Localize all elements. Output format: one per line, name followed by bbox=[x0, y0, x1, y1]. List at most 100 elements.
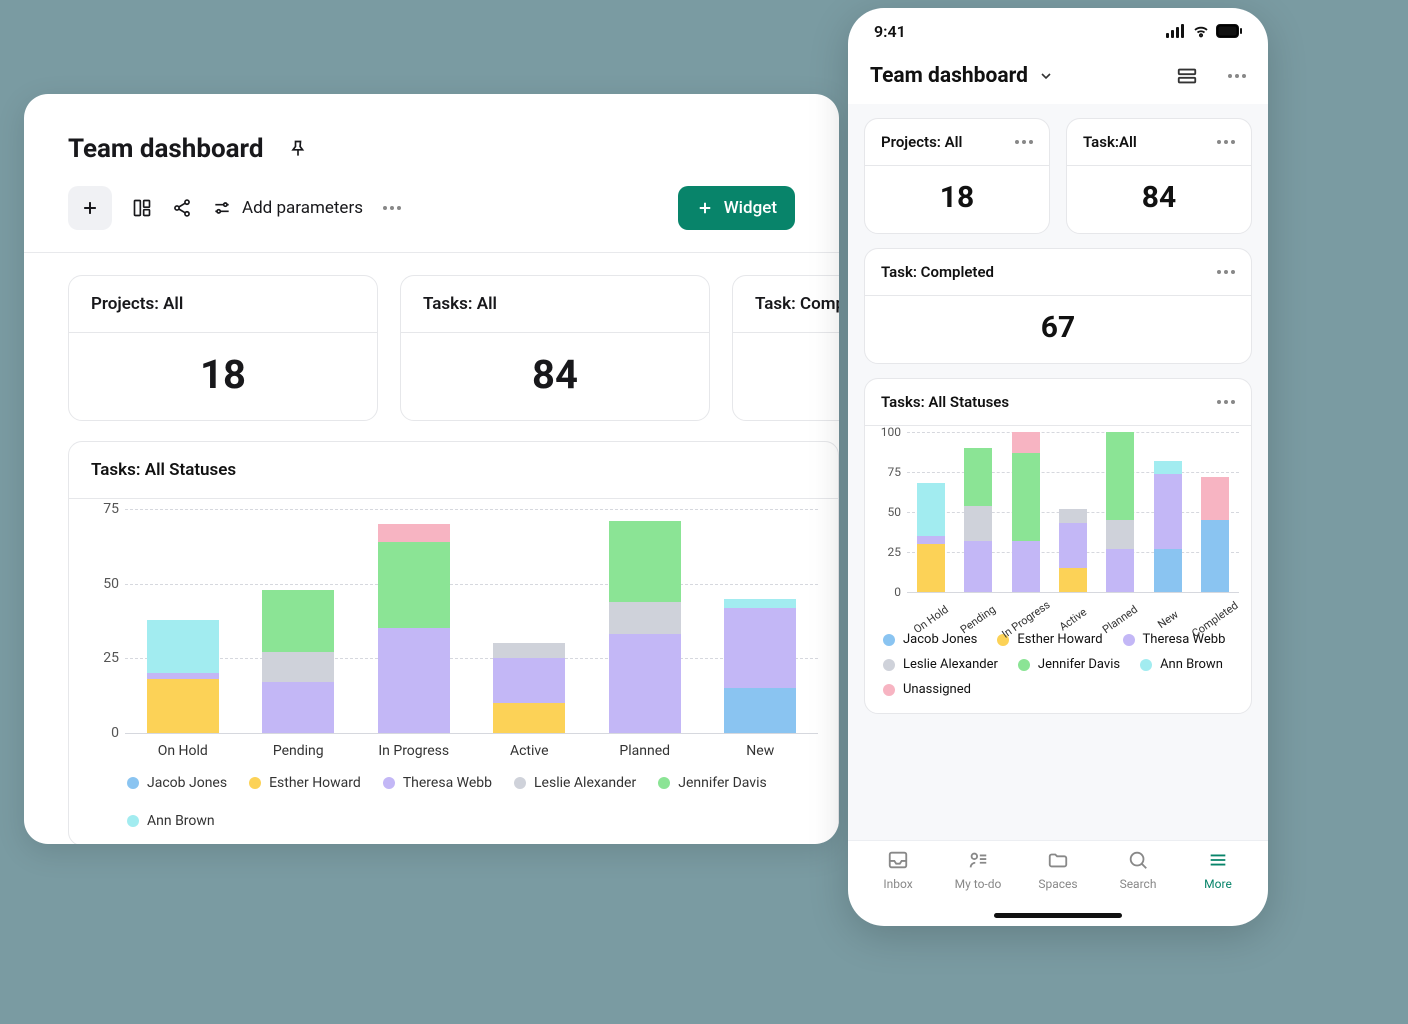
mobile-stat-row: Projects: All 18 Task:All 84 bbox=[864, 118, 1252, 248]
signal-icon bbox=[1166, 24, 1186, 38]
stat-card-value: 67 bbox=[733, 333, 839, 420]
stat-card-head: Task: Completed bbox=[865, 249, 1251, 296]
add-parameters-button[interactable]: Add parameters bbox=[212, 186, 363, 230]
stat-card-value: 67 bbox=[865, 296, 1251, 363]
legend-label: Jennifer Davis bbox=[678, 775, 766, 791]
status-icons bbox=[1166, 24, 1242, 38]
nav-label: My to-do bbox=[955, 877, 1002, 891]
chart-plot-area: 0255075On HoldPendingIn ProgressActivePl… bbox=[125, 509, 818, 733]
stat-card-title: Task: Completed bbox=[881, 263, 994, 281]
legend-label: Esther Howard bbox=[269, 775, 361, 791]
more-icon bbox=[1207, 849, 1229, 871]
legend-label: Leslie Alexander bbox=[534, 775, 636, 791]
stat-card-title: Tasks: All bbox=[401, 276, 709, 333]
layout-button[interactable] bbox=[132, 186, 152, 230]
card-menu-icon[interactable] bbox=[1015, 140, 1033, 144]
stat-card-value: 84 bbox=[1067, 166, 1251, 233]
legend-item[interactable]: Leslie Alexander bbox=[514, 775, 636, 791]
stat-card-tasks-all[interactable]: Task:All 84 bbox=[1066, 118, 1252, 234]
legend-color-dot bbox=[127, 815, 139, 827]
stat-card-task-completed[interactable]: Task: Completed 67 bbox=[732, 275, 839, 421]
legend-item[interactable]: Ann Brown bbox=[127, 813, 215, 829]
desktop-stat-cards: Projects: All 18 Tasks: All 84 Task: Com… bbox=[24, 253, 839, 421]
stat-card-title: Projects: All bbox=[69, 276, 377, 333]
chart-body: 0255075100On HoldPendingIn ProgressActiv… bbox=[865, 426, 1251, 632]
inbox-icon bbox=[887, 849, 909, 871]
legend-item[interactable]: Jacob Jones bbox=[127, 775, 227, 791]
pin-icon bbox=[288, 139, 308, 159]
nav-label: Spaces bbox=[1038, 877, 1077, 891]
battery-icon bbox=[1216, 24, 1242, 38]
nav-label: Inbox bbox=[883, 877, 912, 891]
stat-card-value: 18 bbox=[69, 333, 377, 420]
home-indicator bbox=[994, 913, 1122, 918]
chart-title-row: Tasks: All Statuses bbox=[865, 379, 1251, 426]
legend-item[interactable]: Theresa Webb bbox=[383, 775, 492, 791]
chart-body: 0255075On HoldPendingIn ProgressActivePl… bbox=[69, 499, 838, 769]
legend-color-dot bbox=[383, 777, 395, 789]
legend-color-dot bbox=[127, 777, 139, 789]
share-button[interactable] bbox=[172, 186, 192, 230]
desktop-window: Team dashboard Add parameters Widget Pro… bbox=[24, 94, 839, 844]
mobile-stat-row-2: Task: Completed 67 bbox=[864, 248, 1252, 364]
card-menu-icon[interactable] bbox=[1217, 270, 1235, 274]
legend-color-dot bbox=[514, 777, 526, 789]
stat-card-value: 84 bbox=[401, 333, 709, 420]
pin-button[interactable] bbox=[279, 130, 317, 168]
nav-label: More bbox=[1204, 877, 1232, 891]
mobile-titlebar: Team dashboard bbox=[848, 54, 1268, 104]
mobile-chart-card: Tasks: All Statuses 0255075100On HoldPen… bbox=[864, 378, 1252, 714]
legend-color-dot bbox=[883, 659, 895, 671]
desktop-header: Team dashboard bbox=[24, 130, 839, 186]
status-time: 9:41 bbox=[874, 22, 906, 41]
widget-button[interactable]: Widget bbox=[678, 186, 795, 230]
list-view-icon[interactable] bbox=[1176, 65, 1198, 87]
widget-label: Widget bbox=[724, 198, 777, 218]
wifi-icon bbox=[1192, 24, 1210, 38]
chart-title: Tasks: All Statuses bbox=[69, 442, 838, 499]
stat-card-title: Projects: All bbox=[881, 133, 962, 151]
stat-card-projects-all[interactable]: Projects: All 18 bbox=[864, 118, 1050, 234]
mobile-status-bar: 9:41 bbox=[848, 8, 1268, 54]
desktop-chart-card: Tasks: All Statuses 0255075On HoldPendin… bbox=[68, 441, 839, 844]
spaces-icon bbox=[1047, 849, 1069, 871]
chevron-down-icon[interactable] bbox=[1038, 68, 1054, 84]
plus-icon bbox=[696, 199, 714, 217]
chart-title: Tasks: All Statuses bbox=[881, 393, 1009, 411]
stat-card-task-completed[interactable]: Task: Completed 67 bbox=[864, 248, 1252, 364]
ellipsis-icon bbox=[383, 206, 401, 210]
stat-card-tasks-all[interactable]: Tasks: All 84 bbox=[400, 275, 710, 421]
nav-item-more[interactable]: More bbox=[1178, 849, 1258, 926]
plus-icon bbox=[80, 198, 100, 218]
add-parameters-label: Add parameters bbox=[242, 198, 363, 218]
stat-card-projects-all[interactable]: Projects: All 18 bbox=[68, 275, 378, 421]
more-button[interactable] bbox=[383, 186, 401, 230]
layout-icon bbox=[132, 198, 152, 218]
legend-label: Jacob Jones bbox=[147, 775, 227, 791]
page-title: Team dashboard bbox=[68, 134, 263, 164]
nav-item-inbox[interactable]: Inbox bbox=[858, 849, 938, 926]
chart-legend: Jacob Jones Esther Howard Theresa Webb L… bbox=[69, 769, 838, 844]
stat-card-title: Task: Completed bbox=[733, 276, 839, 333]
share-icon bbox=[172, 198, 192, 218]
page-title: Team dashboard bbox=[870, 64, 1028, 88]
legend-item[interactable]: Jennifer Davis bbox=[658, 775, 766, 791]
legend-label: Theresa Webb bbox=[403, 775, 492, 791]
search-icon bbox=[1127, 849, 1149, 871]
add-button[interactable] bbox=[68, 186, 112, 230]
stat-card-title: Task:All bbox=[1083, 133, 1137, 151]
card-menu-icon[interactable] bbox=[1217, 140, 1235, 144]
legend-color-dot bbox=[249, 777, 261, 789]
stat-card-head: Projects: All bbox=[865, 119, 1049, 166]
legend-color-dot bbox=[658, 777, 670, 789]
mobile-content[interactable]: Projects: All 18 Task:All 84 Task: Compl… bbox=[848, 104, 1268, 840]
sliders-icon bbox=[212, 198, 232, 218]
nav-label: Search bbox=[1120, 877, 1157, 891]
stat-card-head: Task:All bbox=[1067, 119, 1251, 166]
more-icon[interactable] bbox=[1228, 74, 1246, 78]
card-menu-icon[interactable] bbox=[1217, 400, 1235, 404]
stat-card-value: 18 bbox=[865, 166, 1049, 233]
legend-item[interactable]: Esther Howard bbox=[249, 775, 361, 791]
desktop-toolbar: Add parameters Widget bbox=[24, 186, 839, 253]
mytodo-icon bbox=[967, 849, 989, 871]
